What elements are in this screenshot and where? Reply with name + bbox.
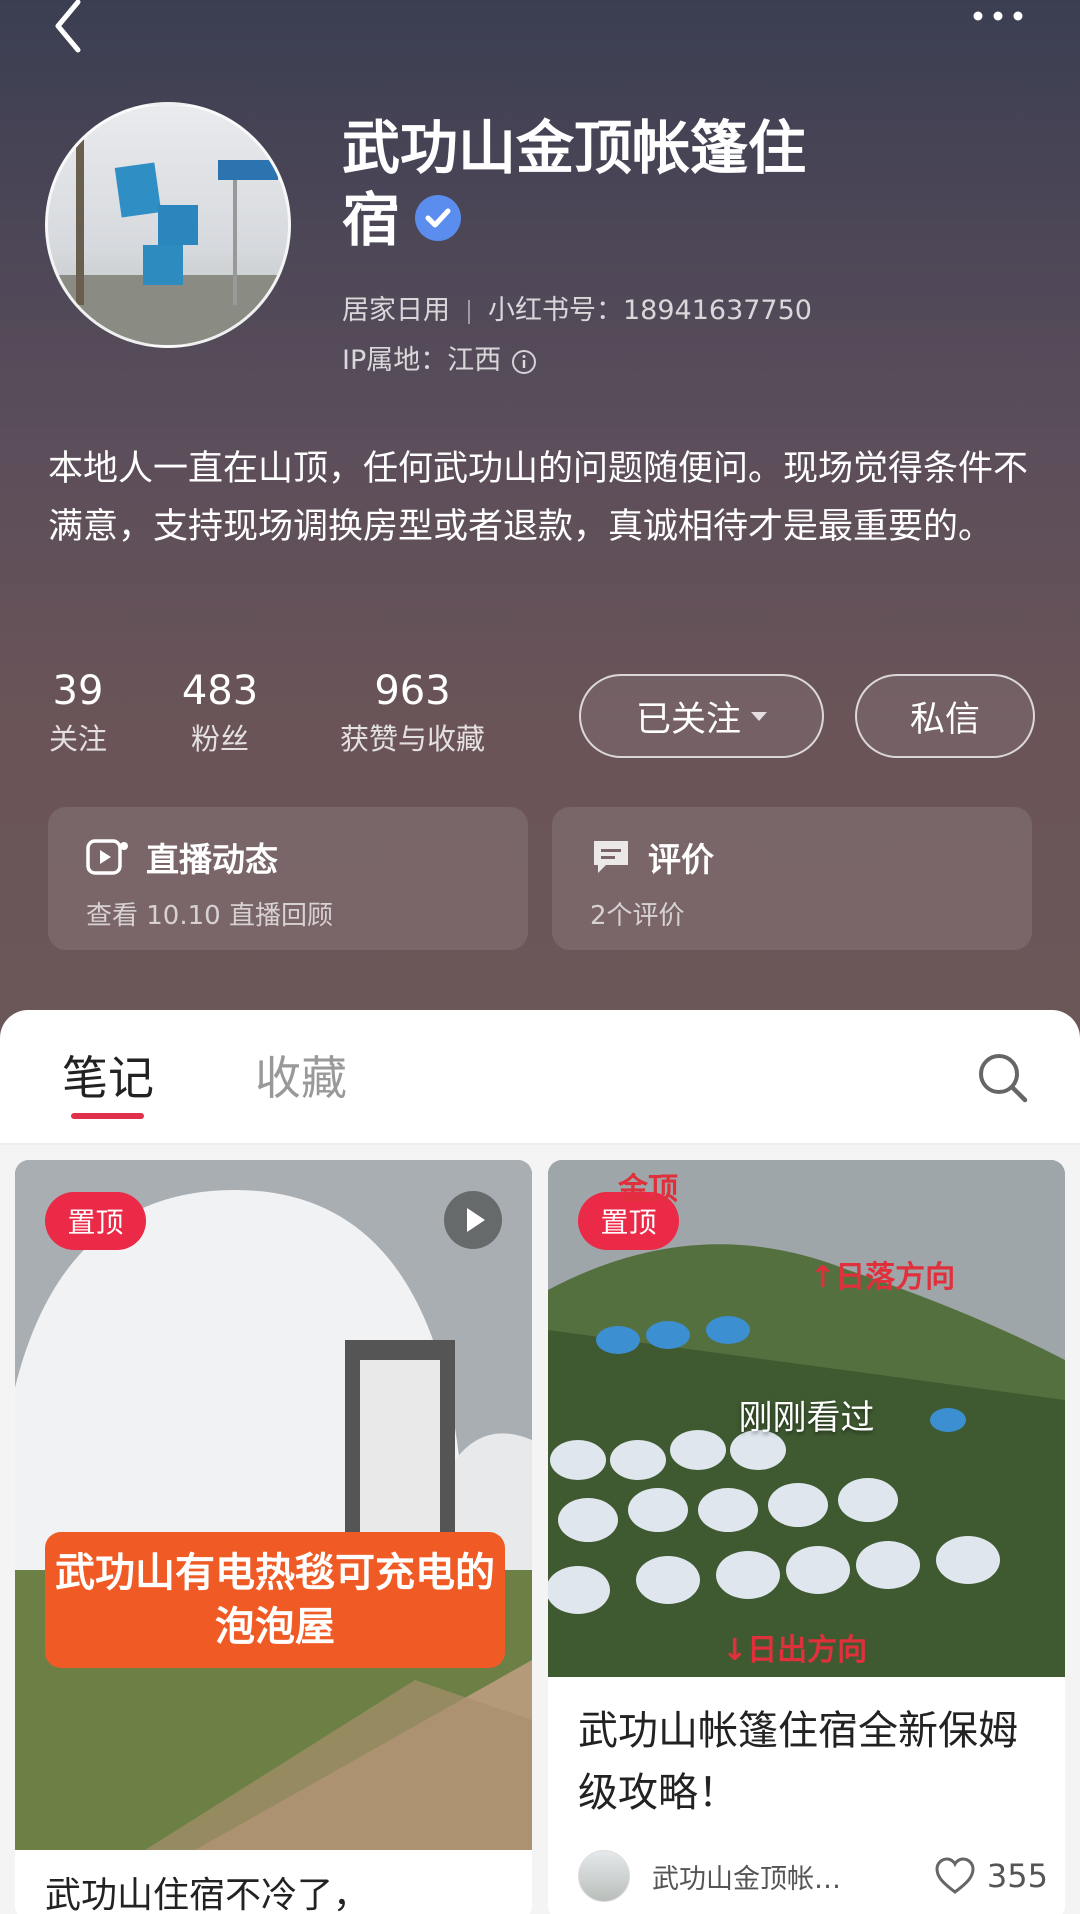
stat-followers[interactable]: 483 粉丝 xyxy=(170,665,270,761)
tab-notes[interactable]: 笔记 xyxy=(62,1042,154,1108)
note-title: 武功山住宿不冷了， xyxy=(45,1875,370,1914)
recently-viewed-label: 刚刚看过 xyxy=(738,1398,875,1438)
profile-stats: 39 关注 483 粉丝 963 获赞与收藏 xyxy=(0,665,560,775)
following-button[interactable]: 已关注 xyxy=(579,674,824,758)
info-icon[interactable] xyxy=(511,349,537,375)
note-card[interactable]: 置顶 金顶 ↑日落方向 ↓日出方向 刚刚看过 武功山帐篷住宿全新保姆级攻略！ 武… xyxy=(548,1160,1065,1914)
profile-meta-line: 居家日用 小红书号：18941637750 xyxy=(342,288,812,327)
play-icon xyxy=(444,1191,502,1249)
verified-icon xyxy=(415,194,462,241)
avatar[interactable] xyxy=(45,102,291,348)
pinned-badge: 置顶 xyxy=(45,1192,146,1250)
review-card[interactable]: 评价 2个评价 xyxy=(552,807,1032,950)
search-icon[interactable] xyxy=(975,1050,1029,1104)
live-card-title-row: 直播动态 xyxy=(86,833,278,881)
message-button-label: 私信 xyxy=(909,699,980,740)
stat-value: 483 xyxy=(181,668,259,714)
ip-location: IP属地：江西 xyxy=(342,345,502,376)
stat-label: 关注 xyxy=(48,722,107,756)
stat-value: 963 xyxy=(374,668,451,714)
note-thumbnail: 置顶 金顶 ↑日落方向 ↓日出方向 刚刚看过 xyxy=(548,1160,1065,1677)
ip-location-line: IP属地：江西 xyxy=(342,338,537,377)
profile-name-text: 武功山金顶帐篷住宿 xyxy=(342,114,807,254)
bubble-house-image xyxy=(15,1160,532,1850)
live-card-title: 直播动态 xyxy=(146,840,278,879)
stat-following[interactable]: 39 关注 xyxy=(30,665,126,761)
active-tab-indicator xyxy=(71,1113,144,1119)
image-label-sunset: ↑日落方向 xyxy=(810,1260,956,1295)
note-card[interactable]: 置顶 武功山有电热毯可充电的泡泡屋 武功山住宿不冷了， xyxy=(15,1160,532,1914)
stat-label: 粉丝 xyxy=(190,722,249,756)
caret-down-icon xyxy=(751,711,767,721)
tab-collections[interactable]: 收藏 xyxy=(255,1042,347,1108)
following-button-label: 已关注 xyxy=(635,699,741,740)
review-card-title: 评价 xyxy=(648,840,714,879)
author-avatar[interactable] xyxy=(578,1850,630,1902)
meta-separator xyxy=(468,299,470,324)
profile-category: 居家日用 xyxy=(342,295,450,326)
comment-icon xyxy=(594,841,628,873)
author-name[interactable]: 武功山金顶帐… xyxy=(652,1857,882,1896)
profile-id[interactable]: 小红书号：18941637750 xyxy=(488,295,812,326)
note-author-row: 武功山金顶帐… 355 xyxy=(578,1850,1048,1902)
profile-name: 武功山金顶帐篷住宿 xyxy=(342,112,862,256)
live-card-subtitle: 查看 10.10 直播回顾 xyxy=(86,901,333,931)
image-label-summit: 金顶 xyxy=(618,1172,678,1207)
like-count: 355 xyxy=(986,1857,1048,1895)
review-card-subtitle: 2个评价 xyxy=(590,901,685,931)
review-card-title-row: 评价 xyxy=(590,833,714,881)
stat-value: 39 xyxy=(52,668,104,714)
more-icon[interactable] xyxy=(968,0,1028,36)
stat-likes-collects[interactable]: 963 获赞与收藏 xyxy=(325,665,500,761)
back-icon[interactable] xyxy=(48,0,88,56)
live-video-icon xyxy=(86,839,128,875)
message-button[interactable]: 私信 xyxy=(855,674,1035,758)
note-title: 武功山帐篷住宿全新保姆级攻略！ xyxy=(578,1708,1018,1816)
avatar-image xyxy=(48,135,288,345)
top-bar xyxy=(0,0,1080,60)
note-overlay-text: 武功山有电热毯可充电的泡泡屋 xyxy=(45,1532,505,1668)
note-thumbnail: 置顶 武功山有电热毯可充电的泡泡屋 xyxy=(15,1160,532,1850)
heart-icon[interactable] xyxy=(933,1854,977,1898)
image-label-sunrise: ↓日出方向 xyxy=(722,1633,868,1668)
profile-bio: 本地人一直在山顶，任何武功山的问题随便问。现场觉得条件不满意，支持现场调换房型或… xyxy=(48,449,1029,547)
stat-label: 获赞与收藏 xyxy=(339,722,485,756)
live-card[interactable]: 直播动态 查看 10.10 直播回顾 xyxy=(48,807,528,950)
